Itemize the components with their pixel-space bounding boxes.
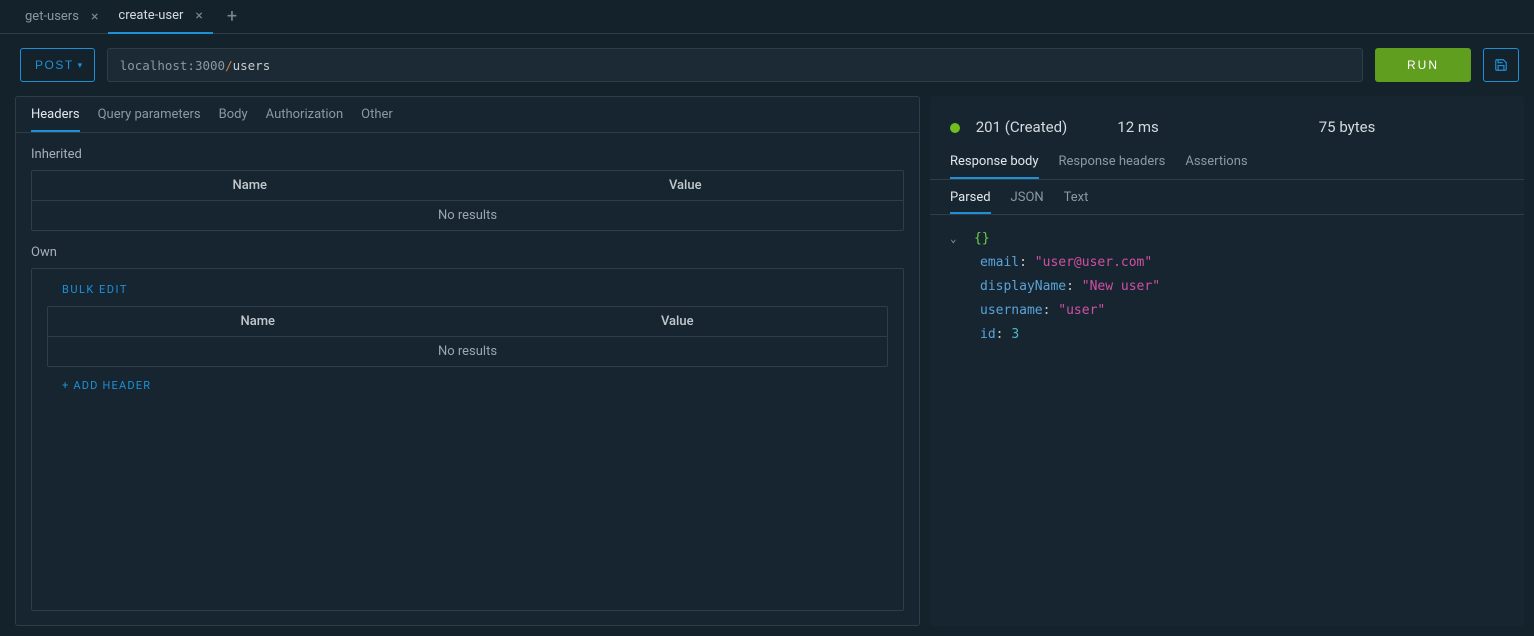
chevron-down-icon: ▾ [78,60,84,71]
json-key: username [980,303,1043,318]
json-entries: email: "user@user.com" displayName: "New… [950,251,1504,347]
no-results: No results [48,337,887,366]
close-icon[interactable]: × [87,9,102,25]
table-header-row: Name Value [48,307,887,337]
json-key: displayName [980,279,1066,294]
tab-body[interactable]: Body [219,107,248,132]
tab-label: create-user [118,8,183,23]
col-name: Name [32,171,468,200]
url-slash: / [225,58,233,73]
add-header-button[interactable]: + ADD HEADER [32,367,903,404]
col-name: Name [48,307,468,336]
status-block: 201 (Created) [950,118,1067,136]
status-code: 201 [976,118,1001,136]
tabs-bar: get-users × create-user × + [0,0,1534,34]
tab-create-user[interactable]: create-user × [108,0,212,34]
inherited-label: Inherited [16,133,919,170]
json-braces: {} [974,227,990,251]
json-value: "New user" [1082,279,1160,294]
json-key: id [980,327,996,342]
view-parsed[interactable]: Parsed [950,190,991,214]
url-path: users [233,58,271,73]
url-input[interactable]: localhost:3000/users [107,48,1363,82]
json-value: "user" [1058,303,1105,318]
table-row: No results [32,201,903,230]
table-row: No results [48,337,887,366]
chevron-down-icon[interactable]: ⌄ [950,229,964,249]
bulk-edit-button[interactable]: BULK EDIT [32,269,903,306]
request-subtabs: Headers Query parameters Body Authorizat… [16,97,919,133]
response-view-tabs: Parsed JSON Text [930,180,1524,215]
response-tabs: Response body Response headers Assertion… [930,154,1524,180]
run-button[interactable]: RUN [1375,48,1471,82]
status-dot-icon [950,123,960,133]
own-headers-table: Name Value No results [47,306,888,367]
tab-headers[interactable]: Headers [31,107,80,132]
json-entry: email: "user@user.com" [980,251,1504,275]
response-status-row: 201 (Created) 12 ms 75 bytes [930,96,1524,154]
request-bar: POST ▾ localhost:3000/users RUN [0,34,1534,96]
close-icon[interactable]: × [191,8,206,24]
status-text: (Created) [1005,118,1068,136]
view-json[interactable]: JSON [1011,190,1044,214]
response-time: 12 ms [1117,118,1158,136]
http-method-label: POST [35,58,74,72]
json-root: ⌄ {} [950,227,1504,251]
tab-assertions[interactable]: Assertions [1185,154,1247,179]
tab-label: get-users [25,9,79,24]
tab-response-body[interactable]: Response body [950,154,1039,179]
tab-query-parameters[interactable]: Query parameters [98,107,201,132]
json-entry: username: "user" [980,299,1504,323]
save-icon [1494,58,1508,72]
tab-response-headers[interactable]: Response headers [1059,154,1166,179]
json-entry: id: 3 [980,323,1504,347]
add-tab-button[interactable]: + [213,6,251,27]
own-headers-box: BULK EDIT Name Value No results + ADD HE… [31,268,904,611]
response-pane: 201 (Created) 12 ms 75 bytes Response bo… [930,96,1524,626]
response-body: ⌄ {} email: "user@user.com" displayName:… [930,215,1524,359]
request-config-pane: Headers Query parameters Body Authorizat… [15,96,920,626]
col-value: Value [468,307,888,336]
inherited-headers-table: Name Value No results [31,170,904,231]
table-header-row: Name Value [32,171,903,201]
response-size: 75 bytes [1319,118,1376,136]
col-value: Value [468,171,904,200]
http-method-select[interactable]: POST ▾ [20,48,95,82]
json-value: 3 [1011,327,1019,342]
own-label: Own [16,231,919,268]
tab-get-users[interactable]: get-users × [15,0,108,34]
json-key: email [980,255,1019,270]
no-results: No results [32,201,903,230]
tab-authorization[interactable]: Authorization [266,107,344,132]
json-entry: displayName: "New user" [980,275,1504,299]
view-text[interactable]: Text [1064,190,1089,214]
url-host: localhost:3000 [120,58,225,73]
save-button[interactable] [1483,48,1519,82]
json-value: "user@user.com" [1035,255,1152,270]
tab-other[interactable]: Other [361,107,393,132]
